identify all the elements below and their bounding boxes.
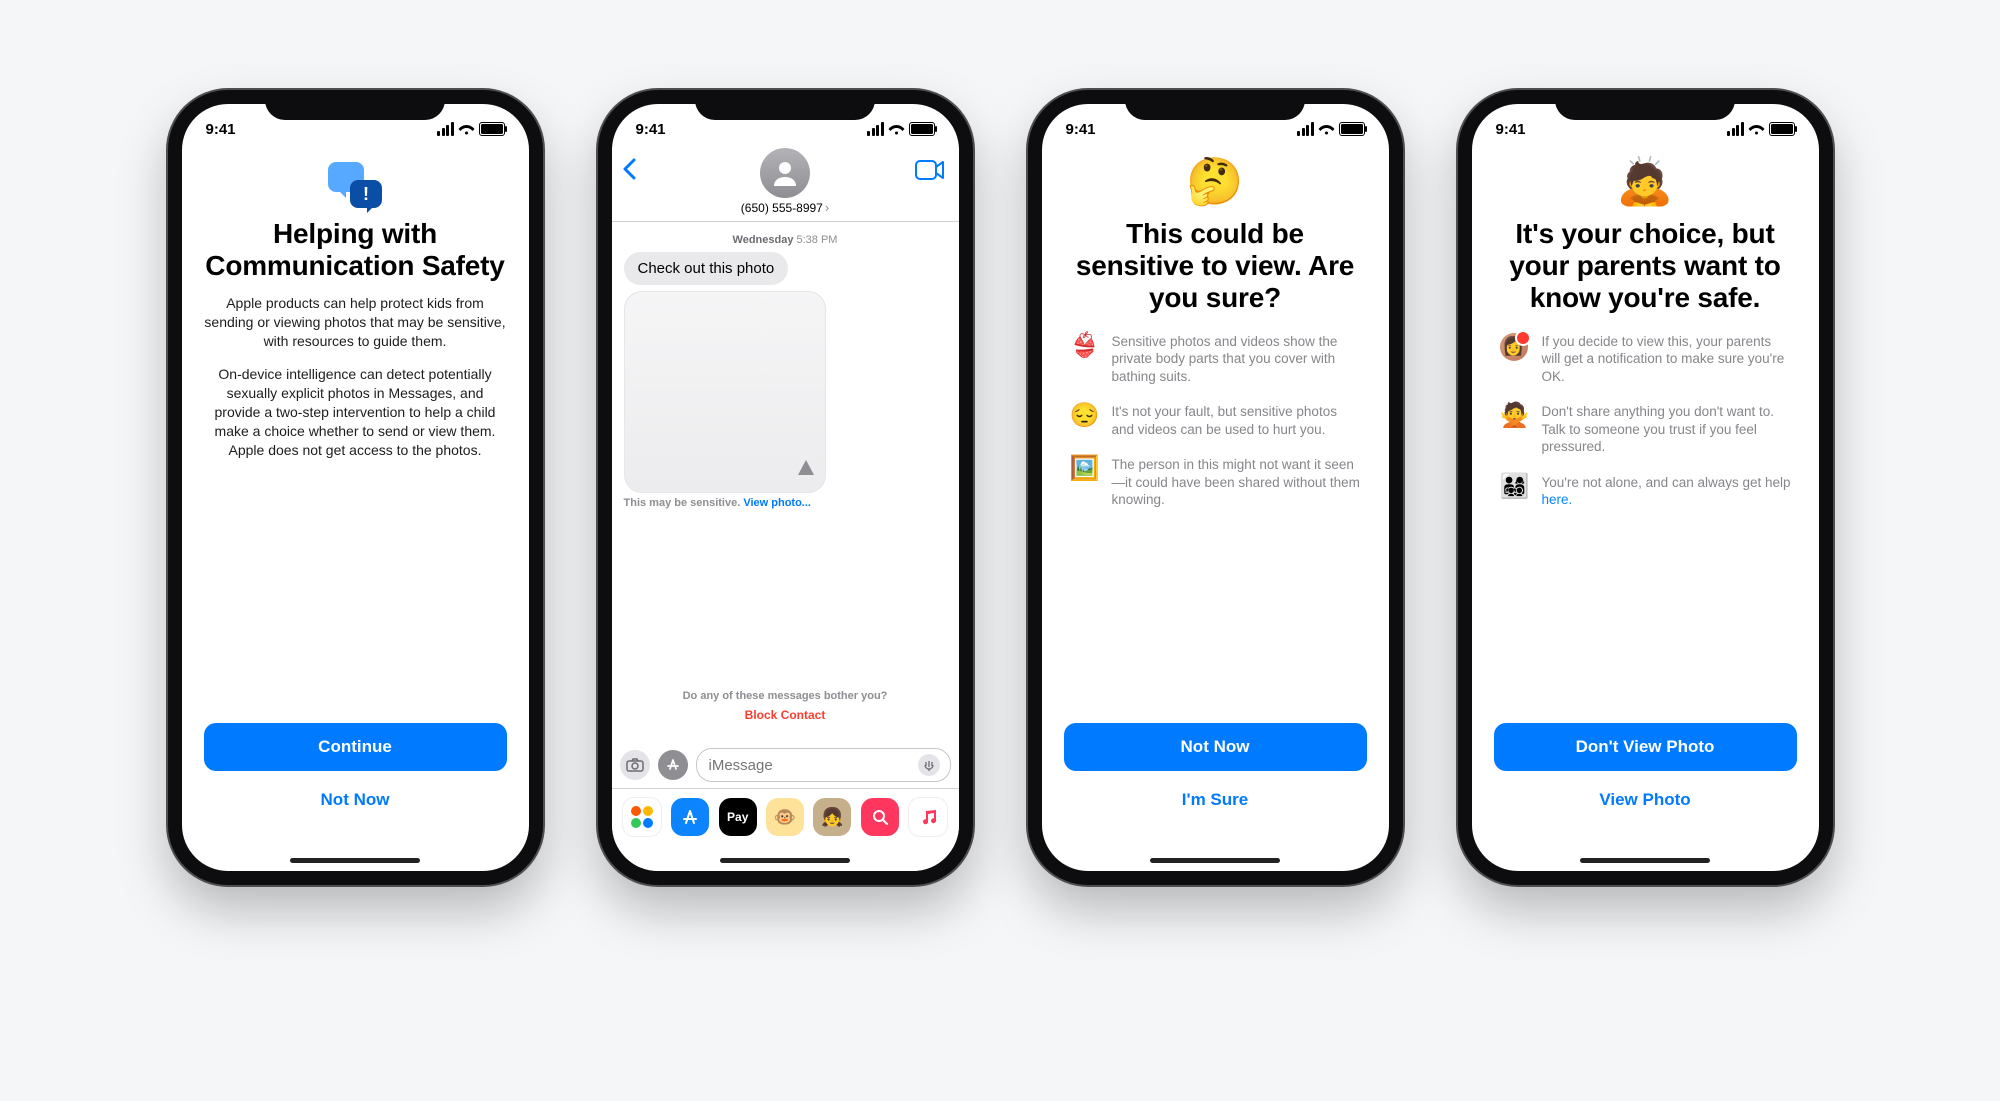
- family-emoji-icon: 👨‍👩‍👧‍👦: [1500, 474, 1528, 500]
- status-bar: 9:41: [1472, 104, 1819, 148]
- view-photo-link[interactable]: View photo...: [743, 497, 811, 509]
- home-indicator[interactable]: [1580, 858, 1710, 863]
- bow-emoji-icon: 🙇: [1616, 158, 1673, 204]
- frame-emoji-icon: 🖼️: [1070, 456, 1098, 482]
- drawer-music-icon[interactable]: [908, 797, 948, 837]
- status-bar: 9:41: [612, 104, 959, 148]
- chevron-right-icon: ›: [825, 200, 829, 215]
- compose-bar: [612, 742, 959, 782]
- battery-icon: [909, 122, 935, 136]
- received-bubble[interactable]: Check out this photo: [624, 252, 789, 285]
- signal-icon: [437, 122, 454, 136]
- wifi-icon: [1318, 123, 1335, 136]
- intro-paragraph-1: Apple products can help protect kids fro…: [204, 294, 507, 351]
- contact-name[interactable]: (650) 555-8997 ›: [741, 200, 829, 215]
- block-contact-link[interactable]: Block Contact: [624, 708, 947, 722]
- sad-emoji-icon: 😔: [1070, 403, 1098, 429]
- continue-button[interactable]: Continue: [204, 723, 507, 771]
- phone-sensitive-prompt: 9:41 🤔 This could be sensitive to view. …: [1028, 90, 1403, 885]
- page-title: Helping with Communication Safety: [204, 218, 507, 282]
- drawer-photos-icon[interactable]: [622, 797, 662, 837]
- home-indicator[interactable]: [290, 858, 420, 863]
- not-now-button[interactable]: Not Now: [1064, 723, 1367, 771]
- view-photo-link[interactable]: View Photo: [1593, 789, 1696, 811]
- messages-header: (650) 555-8997 ›: [612, 148, 959, 222]
- dictate-button[interactable]: [918, 754, 940, 776]
- battery-icon: [479, 122, 505, 136]
- drawer-memoji-icon[interactable]: 🐵: [766, 798, 804, 836]
- page-title: This could be sensitive to view. Are you…: [1064, 218, 1367, 315]
- info-row: 👙 Sensitive photos and videos show the p…: [1070, 333, 1361, 386]
- signal-icon: [1727, 122, 1744, 136]
- info-row: 😔 It's not your fault, but sensitive pho…: [1070, 403, 1361, 438]
- phone-messages-app: 9:41 (65: [598, 90, 973, 885]
- back-button[interactable]: [622, 156, 636, 187]
- home-indicator[interactable]: [720, 858, 850, 863]
- info-row: 👨‍👩‍👧‍👦 You're not alone, and can always…: [1500, 474, 1791, 509]
- page-title: It's your choice, but your parents want …: [1494, 218, 1797, 315]
- message-input[interactable]: [696, 748, 951, 782]
- phone-communication-safety: 9:41 ! Helping with Communication Safety…: [168, 90, 543, 885]
- sensitive-caption: This may be sensitive. View photo...: [624, 497, 947, 509]
- info-row: 👩 If you decide to view this, your paren…: [1500, 333, 1791, 386]
- message-text-field[interactable]: [707, 756, 918, 775]
- contact-avatar-icon[interactable]: [760, 148, 810, 198]
- info-row: 🙅 Don't share anything you don't want to…: [1500, 403, 1791, 456]
- wifi-icon: [888, 123, 905, 136]
- camera-button[interactable]: [620, 750, 650, 780]
- status-time: 9:41: [636, 121, 666, 138]
- status-time: 9:41: [1496, 121, 1526, 138]
- app-store-button[interactable]: [658, 750, 688, 780]
- warning-icon: [797, 459, 815, 482]
- home-indicator[interactable]: [1150, 858, 1280, 863]
- dont-view-button[interactable]: Don't View Photo: [1494, 723, 1797, 771]
- chat-alert-icon: !: [328, 162, 382, 208]
- not-now-link[interactable]: Not Now: [315, 789, 396, 811]
- signal-icon: [1297, 122, 1314, 136]
- wifi-icon: [458, 123, 475, 136]
- battery-icon: [1769, 122, 1795, 136]
- status-bar: 9:41: [182, 104, 529, 148]
- status-time: 9:41: [206, 121, 236, 138]
- parent-avatar-icon: 👩: [1500, 333, 1528, 361]
- help-link[interactable]: here.: [1542, 492, 1573, 507]
- drawer-appstore-icon[interactable]: [671, 798, 709, 836]
- sensitive-photo-placeholder[interactable]: [624, 291, 826, 493]
- phone-parent-notify-prompt: 9:41 🙇 It's your choice, but your parent…: [1458, 90, 1833, 885]
- facetime-button[interactable]: [915, 160, 945, 185]
- wifi-icon: [1748, 123, 1765, 136]
- status-time: 9:41: [1066, 121, 1096, 138]
- info-row: 🖼️ The person in this might not want it …: [1070, 456, 1361, 509]
- bother-prompt: Do any of these messages bother you?: [624, 690, 947, 702]
- drawer-applepay-icon[interactable]: Pay: [719, 798, 757, 836]
- status-bar: 9:41: [1042, 104, 1389, 148]
- message-timestamp: Wednesday 5:38 PM: [624, 234, 947, 246]
- battery-icon: [1339, 122, 1365, 136]
- intro-paragraph-2: On-device intelligence can detect potent…: [204, 365, 507, 459]
- drawer-search-icon[interactable]: [861, 798, 899, 836]
- no-emoji-icon: 🙅: [1500, 403, 1528, 429]
- drawer-memoji2-icon[interactable]: 👧: [813, 798, 851, 836]
- thinking-emoji-icon: 🤔: [1186, 158, 1243, 204]
- im-sure-link[interactable]: I'm Sure: [1176, 789, 1254, 811]
- signal-icon: [867, 122, 884, 136]
- swimsuit-icon: 👙: [1070, 333, 1098, 359]
